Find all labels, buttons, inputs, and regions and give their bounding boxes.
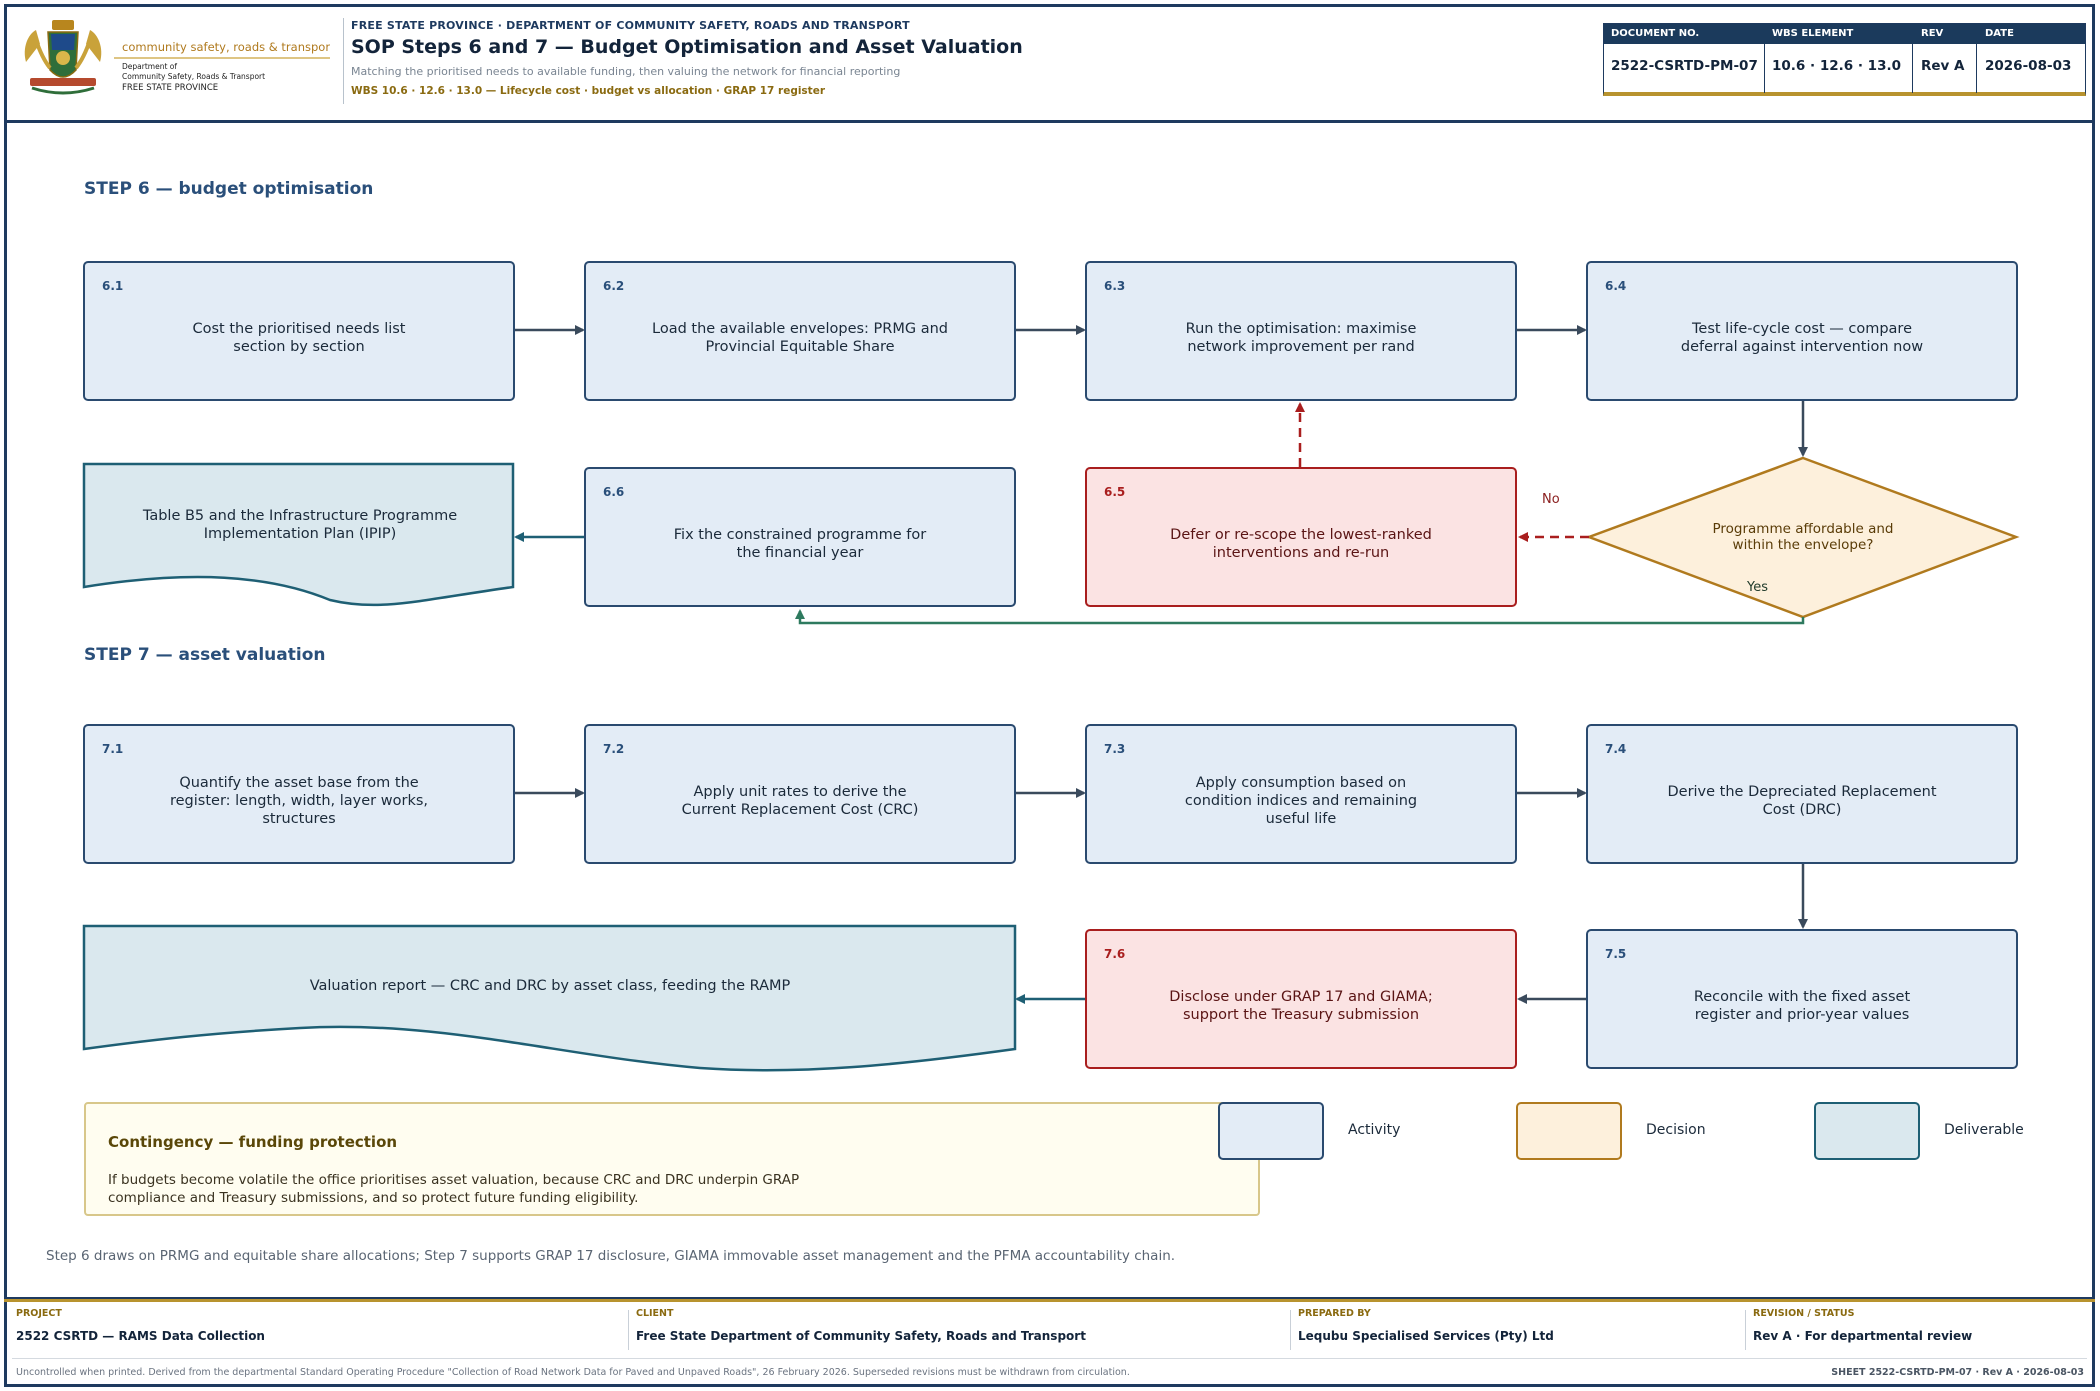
node-7-5: 7.5 Reconcile with the fixed asset regis… bbox=[1586, 929, 2018, 1069]
step-7-label: STEP 7 — asset valuation bbox=[84, 645, 326, 665]
footer-sheet-id: SHEET 2522-CSRTD-PM-07 · Rev A · 2026-08… bbox=[1831, 1367, 2084, 1378]
node-text: Test life-cycle cost — compare deferral … bbox=[1680, 320, 1924, 355]
node-6-6: 6.6 Fix the constrained programme for th… bbox=[584, 467, 1016, 607]
footer-inner-rule bbox=[12, 1358, 2087, 1359]
footer-project-label: PROJECT bbox=[16, 1308, 62, 1319]
node-6-1: 6.1 Cost the prioritised needs list sect… bbox=[83, 261, 515, 401]
node-number: 7.4 bbox=[1605, 742, 1627, 756]
legend-decision-label: Decision bbox=[1646, 1122, 1706, 1138]
node-text: Derive the Depreciated Replacement Cost … bbox=[1667, 783, 1937, 818]
node-7-2: 7.2 Apply unit rates to derive the Curre… bbox=[584, 724, 1016, 864]
node-number: 6.3 bbox=[1104, 279, 1126, 293]
node-6-5: 6.5 Defer or re-scope the lowest-ranked … bbox=[1085, 467, 1517, 607]
footer-revision-label: REVISION / STATUS bbox=[1753, 1308, 1855, 1319]
contingency-body: If budgets become volatile the office pr… bbox=[108, 1172, 800, 1206]
node-text: Apply consumption based on condition ind… bbox=[1184, 774, 1418, 828]
node-number: 7.6 bbox=[1104, 947, 1126, 961]
node-number: 7.5 bbox=[1605, 947, 1627, 961]
node-7-3: 7.3 Apply consumption based on condition… bbox=[1085, 724, 1517, 864]
node-text: Defer or re-scope the lowest-ranked inte… bbox=[1170, 526, 1432, 561]
node-text: Reconcile with the fixed asset register … bbox=[1693, 988, 1911, 1023]
node-7-1: 7.1 Quantify the asset base from the reg… bbox=[83, 724, 515, 864]
footer-disclaimer: Uncontrolled when printed. Derived from … bbox=[16, 1367, 1130, 1378]
connector-decision-yes bbox=[795, 609, 1805, 625]
footer-rule bbox=[4, 1297, 2095, 1302]
footer-prepared: PREPARED BY Lequbu Specialised Services … bbox=[1298, 1308, 1554, 1352]
node-number: 6.6 bbox=[603, 485, 625, 499]
footer-divider bbox=[1290, 1310, 1291, 1350]
contingency-panel: Contingency — funding protection If budg… bbox=[84, 1102, 1260, 1216]
deliverable-7-text: Valuation report — CRC and DRC by asset … bbox=[309, 977, 791, 994]
footer-client: CLIENT Free State Department of Communit… bbox=[636, 1308, 1086, 1352]
node-text: Fix the constrained programme for the fi… bbox=[673, 526, 927, 561]
legend-decision-swatch bbox=[1516, 1102, 1622, 1160]
node-text: Cost the prioritised needs list section … bbox=[192, 320, 406, 355]
footnote: Step 6 draws on PRMG and equitable share… bbox=[46, 1248, 1176, 1264]
footer-client-value: Free State Department of Community Safet… bbox=[636, 1329, 1086, 1343]
footer-prepared-value: Lequbu Specialised Services (Pty) Ltd bbox=[1298, 1329, 1554, 1343]
footer-revision: REVISION / STATUS Rev A · For department… bbox=[1753, 1308, 1972, 1352]
decision-text: Programme affordable and within the enve… bbox=[1712, 520, 1894, 553]
legend-deliverable-label: Deliverable bbox=[1944, 1122, 2024, 1138]
footer-revision-value: Rev A · For departmental review bbox=[1753, 1329, 1973, 1343]
legend-activity-swatch bbox=[1218, 1102, 1324, 1160]
node-7-6: 7.6 Disclose under GRAP 17 and GIAMA; su… bbox=[1085, 929, 1517, 1069]
node-text: Apply unit rates to derive the Current R… bbox=[681, 783, 919, 818]
footer-project: PROJECT 2522 CSRTD — RAMS Data Collectio… bbox=[16, 1308, 265, 1352]
node-number: 6.1 bbox=[102, 279, 124, 293]
node-6-4: 6.4 Test life-cycle cost — compare defer… bbox=[1586, 261, 2018, 401]
node-number: 7.1 bbox=[102, 742, 124, 756]
node-6-2: 6.2 Load the available envelopes: PRMG a… bbox=[584, 261, 1016, 401]
node-text: Run the optimisation: maximise network i… bbox=[1185, 320, 1417, 355]
deliverable-6-text: Table B5 and the Infrastructure Programm… bbox=[142, 507, 458, 542]
node-6-3: 6.3 Run the optimisation: maximise netwo… bbox=[1085, 261, 1517, 401]
node-number: 7.3 bbox=[1104, 742, 1126, 756]
node-text: Quantify the asset base from the registe… bbox=[169, 774, 429, 828]
node-number: 6.4 bbox=[1605, 279, 1627, 293]
footer-client-label: CLIENT bbox=[636, 1308, 674, 1319]
node-7-4: 7.4 Derive the Depreciated Replacement C… bbox=[1586, 724, 2018, 864]
node-number: 7.2 bbox=[603, 742, 625, 756]
legend-activity-label: Activity bbox=[1348, 1122, 1401, 1138]
contingency-title: Contingency — funding protection bbox=[108, 1133, 398, 1151]
footer-project-value: 2522 CSRTD — RAMS Data Collection bbox=[16, 1329, 265, 1343]
step-6-label: STEP 6 — budget optimisation bbox=[84, 179, 374, 199]
footer-divider bbox=[628, 1310, 629, 1350]
node-number: 6.2 bbox=[603, 279, 625, 293]
footer-prepared-label: PREPARED BY bbox=[1298, 1308, 1371, 1319]
decision-no-label: No bbox=[1542, 492, 1560, 507]
decision-yes-label: Yes bbox=[1747, 580, 1768, 595]
node-text: Load the available envelopes: PRMG and P… bbox=[652, 320, 948, 355]
legend-deliverable-swatch bbox=[1814, 1102, 1920, 1160]
node-number: 6.5 bbox=[1104, 485, 1126, 499]
node-text: Disclose under GRAP 17 and GIAMA; suppor… bbox=[1169, 988, 1433, 1023]
footer-divider bbox=[1745, 1310, 1746, 1350]
